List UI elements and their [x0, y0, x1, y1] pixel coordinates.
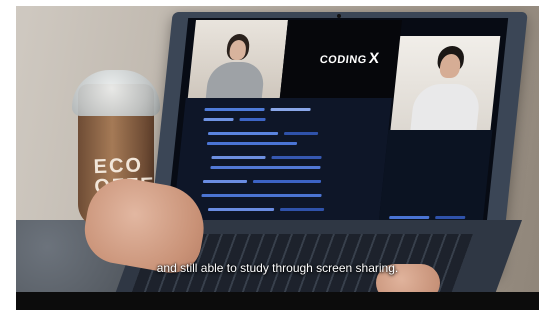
code-line	[389, 216, 430, 219]
video-tile-right	[390, 36, 501, 132]
coding-x-logo: CODINGX	[319, 50, 380, 67]
code-line	[239, 118, 266, 121]
brand-x-mark: X	[368, 50, 381, 67]
letterbox-bar	[16, 292, 539, 310]
code-line	[204, 108, 265, 111]
video-tile-center: CODINGX	[279, 20, 402, 98]
video-frame: ECO OFFE CODINGX	[16, 6, 539, 310]
code-line	[207, 208, 275, 211]
subtitle-caption: and still able to study through screen s…	[156, 261, 399, 275]
brand-text: CODING	[319, 54, 368, 66]
code-line	[206, 142, 298, 145]
code-line	[271, 156, 322, 159]
code-line	[435, 216, 466, 219]
code-line	[279, 208, 325, 211]
video-tile-left	[187, 20, 288, 102]
laptop-screen: CODINGX	[163, 18, 509, 250]
code-line	[207, 132, 279, 135]
code-line	[210, 166, 321, 169]
code-line	[203, 118, 234, 121]
code-line	[201, 194, 322, 197]
code-line	[202, 180, 248, 183]
person-left-body	[205, 62, 266, 102]
person-right-face	[438, 54, 462, 78]
code-line	[211, 156, 266, 159]
code-line	[270, 108, 311, 111]
person-right-body	[410, 84, 482, 132]
code-line	[252, 180, 322, 183]
code-line	[283, 132, 319, 135]
